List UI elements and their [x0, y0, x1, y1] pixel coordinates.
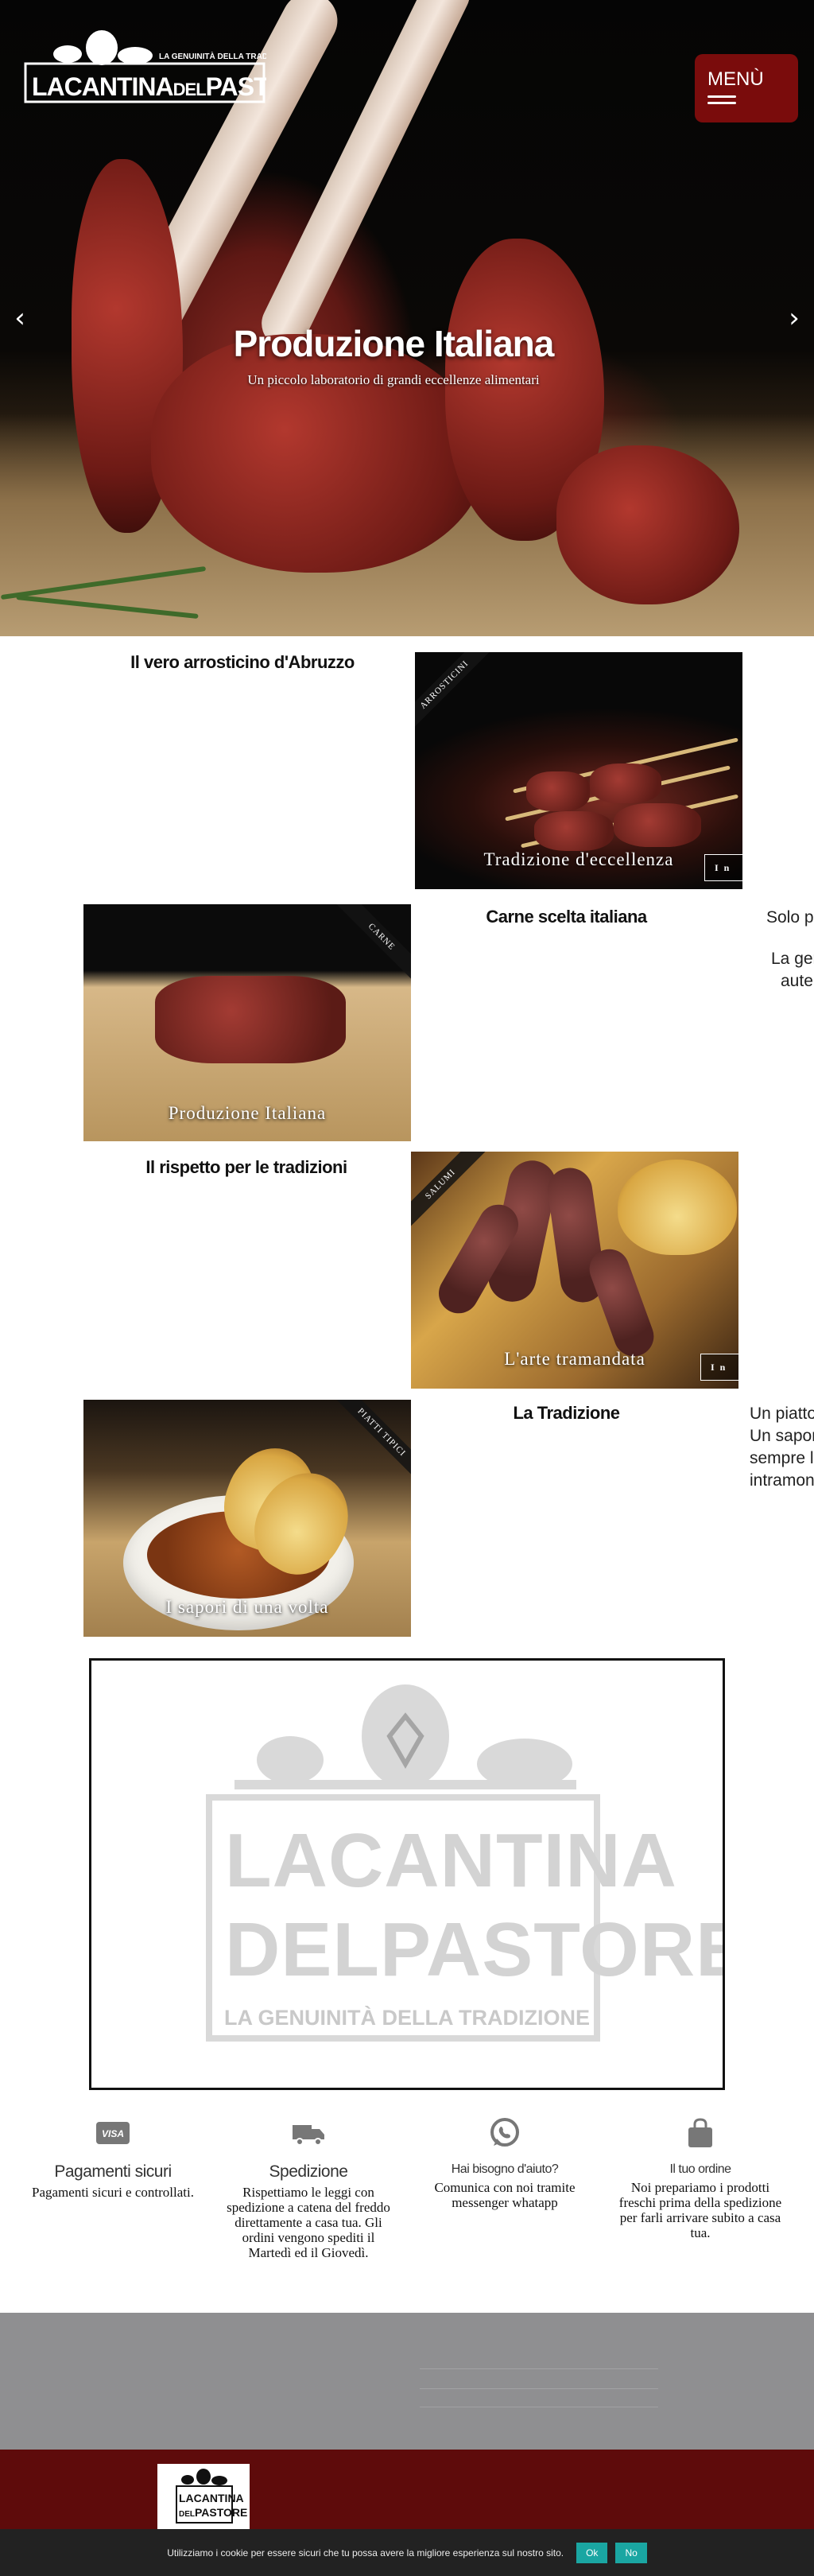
product-card-salumi[interactable]: SALUMI L'arte tramandata I n [411, 1152, 738, 1389]
newsletter-band [0, 2313, 814, 2450]
hero-slider: LA GENUINITÀ DELLA TRADIZIONE LACANTINAD… [0, 0, 814, 636]
meat-chunk [534, 811, 614, 851]
card-caption: Tradizione d'eccellenza [483, 849, 674, 869]
section-text-line: intramont [750, 1471, 814, 1490]
meat-chunk [614, 803, 701, 847]
section-text-line: Solo pr [766, 908, 814, 927]
feature-title: Il tuo ordine [669, 2162, 731, 2176]
footer [0, 2450, 814, 2529]
rosemary [87, 904, 215, 925]
logo-large-pastore: PASTORE [380, 1907, 723, 1992]
feature-title: Hai bisogno d'aiuto? [451, 2162, 559, 2176]
product-card-arrosticini[interactable]: ARROSTICINI Tradizione d'eccellenza I n [415, 652, 742, 889]
menu-label: MENÙ [707, 68, 764, 90]
section-title: Il rispetto per le tradizioni [145, 1157, 347, 1177]
feature-help: Hai bisogno d'aiuto? Comunica con noi tr… [417, 2116, 592, 2210]
logo-word-del: DEL [173, 80, 207, 99]
svg-text:LACANTINADELPASTORE: LACANTINADELPASTORE [32, 72, 266, 101]
more-button[interactable]: I n [700, 1354, 738, 1381]
section-text-line: sempre la [750, 1449, 814, 1467]
card-caption: Produzione Italiana [168, 1103, 327, 1123]
logo-large-la: LA [225, 1818, 328, 1903]
whatsapp-icon[interactable] [487, 2116, 522, 2151]
feature-title: Spedizione [269, 2162, 348, 2181]
shopping-bag-icon [688, 2118, 712, 2147]
divider [420, 2388, 658, 2389]
product-card-carne[interactable]: CARNE Produzione Italiana [83, 904, 411, 1141]
card-caption: L'arte tramandata [504, 1349, 645, 1369]
svg-text:LACANTINA: LACANTINA [225, 1818, 677, 1903]
footer-logo-la: LA [179, 2492, 194, 2504]
svg-text:DELPASTORE: DELPASTORE [179, 2506, 247, 2519]
more-button[interactable]: I n [704, 854, 742, 881]
truck-icon [293, 2125, 324, 2146]
section-text-line: La gen [771, 950, 814, 968]
bread-slice [618, 1160, 737, 1255]
section-title: La Tradizione [513, 1403, 620, 1423]
hamburger-icon [707, 95, 736, 108]
sausage [583, 1243, 660, 1362]
hero-meat [151, 334, 485, 573]
feature-text: Rispettiamo le leggi con spedizione a ca… [227, 2185, 390, 2260]
logo-word-cantina: CANTINA [64, 72, 174, 101]
brand-logo-large: LACANTINA DELPASTORE LA GENUINITÀ DELLA … [206, 1684, 746, 2042]
logo-large-cantina: CANTINA [328, 1818, 677, 1903]
feature-payments: VISA Pagamenti sicuri Pagamenti sicuri e… [25, 2116, 200, 2200]
hero-subtitle: Un piccolo laboratorio di grandi eccelle… [247, 372, 540, 387]
feature-text: Comunica con noi tramite messenger whata… [434, 2180, 576, 2210]
feature-text: Noi prepariamo i prodotti freschi prima … [618, 2180, 782, 2240]
footer-logo-del: DEL [179, 2510, 195, 2519]
footer-logo-cantina: CANTINA [194, 2492, 244, 2504]
logo-word-pastore: PASTORE [206, 72, 266, 101]
meat-chunk [526, 771, 590, 811]
feature-order: Il tuo ordine Noi prepariamo i prodotti … [613, 2116, 788, 2240]
visa-card-icon: VISA [96, 2122, 130, 2144]
menu-button[interactable]: MENÙ [695, 54, 798, 122]
feature-shipping: Spedizione Rispettiamo le leggi con sped… [221, 2116, 396, 2260]
hero-title: Produzione Italiana [233, 323, 555, 364]
section-title: Il vero arrosticino d'Abruzzo [130, 652, 355, 672]
feature-title: Pagamenti sicuri [54, 2162, 172, 2181]
category-ribbon: CARNE [333, 904, 411, 985]
section-title: Carne scelta italiana [486, 907, 647, 927]
logo-large-tagline: LA GENUINITÀ DELLA TRADIZIONE [224, 2005, 590, 2030]
cookie-accept-button[interactable]: Ok [576, 2542, 608, 2563]
category-ribbon: ARROSTICINI [415, 652, 493, 733]
card-caption: I sapori di una volta [165, 1597, 329, 1617]
section-text-line: Un sapore [750, 1427, 814, 1445]
cookie-text: Utilizziamo i cookie per essere sicuri c… [167, 2547, 564, 2559]
svg-text:VISA: VISA [102, 2128, 124, 2139]
brand-logo[interactable]: LA GENUINITÀ DELLA TRADIZIONE LACANTINAD… [24, 24, 266, 107]
meat-chunk [155, 976, 346, 1063]
section-text-line: Un piatto [750, 1405, 814, 1423]
divider [420, 2368, 658, 2369]
logo-word-la: LA [32, 72, 65, 101]
footer-logo-pastore: PASTORE [195, 2506, 247, 2519]
footer-logo[interactable]: LACANTINA DELPASTORE [157, 2464, 250, 2529]
product-card-piatti-tipici[interactable]: PIATTI TIPICI I sapori di una volta [83, 1400, 411, 1637]
logo-large-del: DEL [225, 1907, 380, 1992]
svg-text:DELPASTORE: DELPASTORE [225, 1907, 723, 1992]
svg-text:LACANTINA: LACANTINA [179, 2492, 244, 2504]
brand-logo-banner: LACANTINA DELPASTORE LA GENUINITÀ DELLA … [89, 1658, 746, 2090]
cookie-reject-button[interactable]: No [615, 2542, 647, 2563]
category-ribbon: PIATTI TIPICI [333, 1400, 411, 1481]
meat-chunk [590, 763, 661, 803]
feature-text: Pagamenti sicuri e controllati. [32, 2185, 194, 2200]
cookie-banner: Utilizziamo i cookie per essere sicuri c… [0, 2529, 814, 2576]
section-text-line: auten [781, 972, 814, 990]
logo-tagline: LA GENUINITÀ DELLA TRADIZIONE [159, 51, 266, 61]
rosemary [84, 1400, 210, 1411]
